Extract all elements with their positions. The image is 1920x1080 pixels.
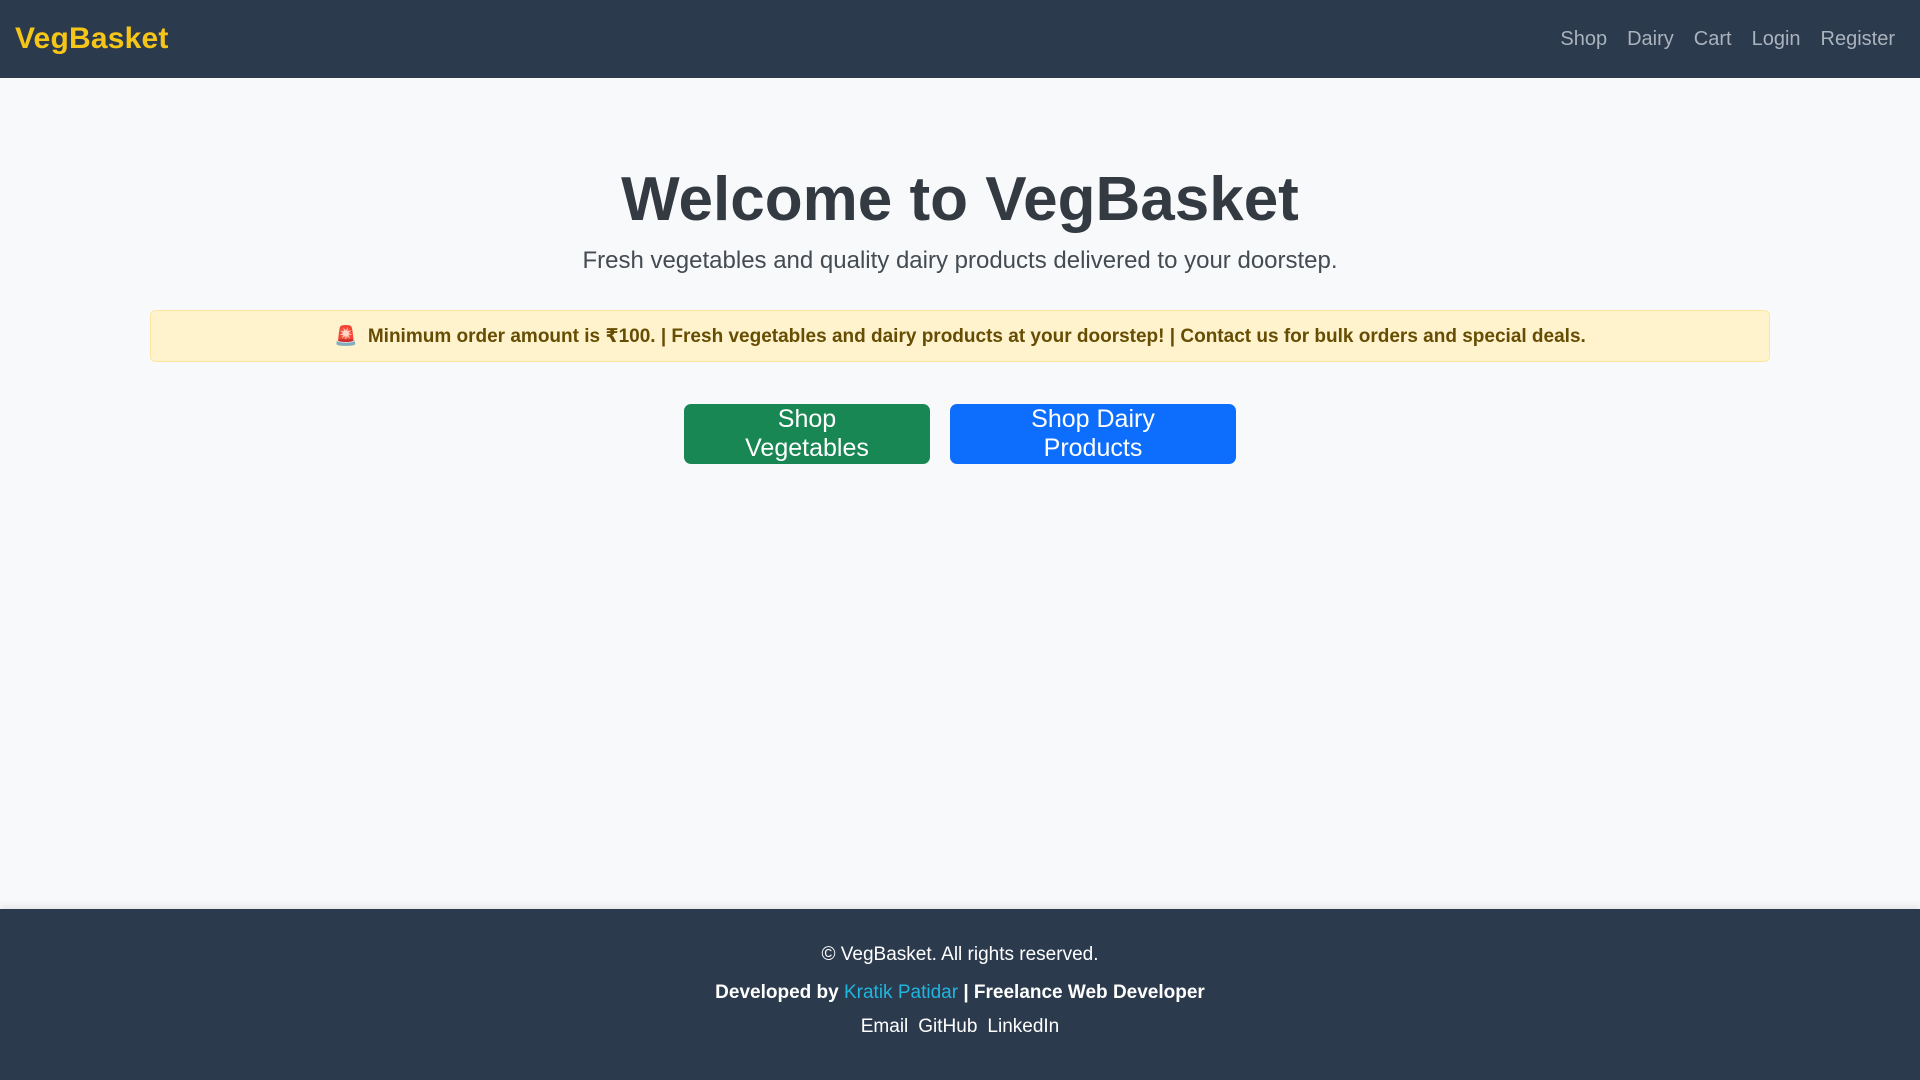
brand-logo-link[interactable]: VegBasket — [15, 22, 169, 56]
siren-icon: 🚨 — [334, 326, 358, 347]
developer-name-link[interactable]: Kratik Patidar — [844, 982, 958, 1003]
github-link[interactable]: GitHub — [918, 1015, 977, 1039]
main-content: Welcome to VegBasket Fresh vegetables an… — [0, 78, 1920, 909]
announcement-alert: 🚨 Minimum order amount is ₹100. | Fresh … — [150, 310, 1770, 362]
social-links: Email GitHub LinkedIn — [0, 1015, 1920, 1039]
copyright-text: © VegBasket. All rights reserved. — [821, 944, 1099, 965]
nav-links: Shop Dairy Cart Login Register — [1560, 28, 1895, 51]
shop-dairy-products-button[interactable]: Shop Dairy Products — [950, 404, 1236, 464]
nav-link-register[interactable]: Register — [1821, 28, 1895, 51]
shop-buttons: Shop Vegetables Shop Dairy Products — [0, 404, 1920, 464]
nav-link-login[interactable]: Login — [1752, 28, 1801, 51]
nav-link-shop[interactable]: Shop — [1560, 28, 1607, 51]
shop-vegetables-button[interactable]: Shop Vegetables — [684, 404, 930, 464]
developed-by-label: Developed by — [715, 982, 839, 1003]
announcement-text: Minimum order amount is ₹100. | Fresh ve… — [367, 325, 1586, 347]
linkedin-link[interactable]: LinkedIn — [987, 1015, 1059, 1039]
site-footer: © VegBasket. All rights reserved. Develo… — [0, 909, 1920, 1080]
developer-credits: Developed by Kratik Patidar | Freelance … — [0, 981, 1920, 1005]
nav-link-dairy[interactable]: Dairy — [1627, 28, 1674, 51]
page-subtitle: Fresh vegetables and quality dairy produ… — [582, 247, 1338, 274]
developer-role: | Freelance Web Developer — [963, 982, 1205, 1003]
page-title: Welcome to VegBasket — [621, 165, 1299, 234]
top-navbar: VegBasket Shop Dairy Cart Login Register — [0, 0, 1920, 78]
nav-link-cart[interactable]: Cart — [1694, 28, 1732, 51]
email-link[interactable]: Email — [861, 1015, 909, 1039]
